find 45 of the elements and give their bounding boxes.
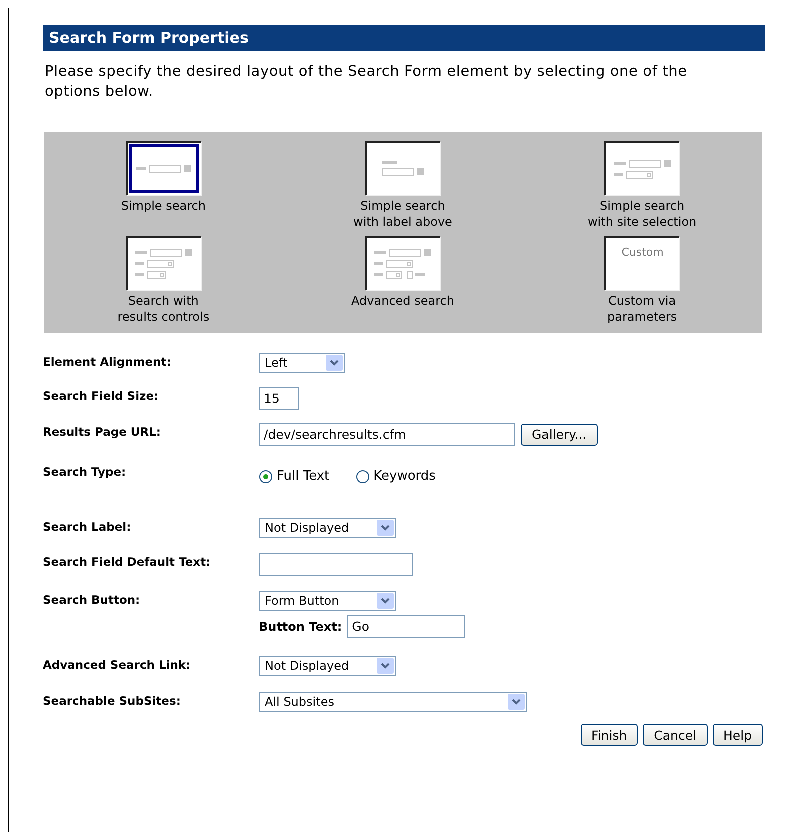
form-layout-icon <box>382 161 425 177</box>
layout-option[interactable]: Custom <box>604 236 680 291</box>
text-field[interactable]: /dev/searchresults.cfm <box>259 423 515 446</box>
dialog-button[interactable]: Finish <box>580 724 638 746</box>
dropdown[interactable]: All Subsites <box>259 692 527 712</box>
layout-caption: Custom via parameters <box>608 293 678 325</box>
field-label: Element Alignment: <box>43 354 172 369</box>
layout-option[interactable] <box>364 141 441 196</box>
field-label: Search Label: <box>43 519 132 534</box>
field-label: Results Page URL: <box>43 424 162 439</box>
field-label: Search Field Default Text: <box>43 554 212 569</box>
field-label: Button Text: <box>259 620 342 634</box>
dialog-button[interactable]: Help <box>712 724 763 746</box>
layout-option[interactable] <box>364 236 441 291</box>
thumbnail-label: Custom <box>622 246 664 259</box>
dropdown[interactable]: Not Displayed <box>259 656 396 676</box>
dialog-title: Search Form Properties <box>43 25 765 51</box>
form-layout-icon <box>135 249 194 279</box>
field-label: Search Button: <box>43 592 142 607</box>
gallery-button[interactable]: Gallery... <box>521 424 598 446</box>
instructions-text: Please specify the desired layout of the Search Form element by selecting one of the options below. <box>45 63 688 102</box>
field-label: Search Type: <box>43 464 128 479</box>
radio-option[interactable]: Full Text <box>259 469 330 484</box>
layout-caption: Search with results controls <box>118 293 210 325</box>
form-layout-icon <box>614 160 672 178</box>
layout-caption: Advanced search <box>352 293 454 309</box>
field-label: Search Field Size: <box>43 388 160 403</box>
layout-caption: Simple search with site selection <box>588 198 697 230</box>
text-field[interactable]: 15 <box>259 387 299 410</box>
dropdown[interactable]: Not Displayed <box>259 518 396 538</box>
form-layout-icon <box>374 249 432 279</box>
text-field[interactable] <box>259 553 413 576</box>
dropdown[interactable]: Form Button <box>259 591 396 611</box>
layout-option[interactable] <box>604 141 680 196</box>
text-field[interactable]: Go <box>347 615 466 638</box>
layout-caption: Simple search <box>121 198 206 214</box>
dialog-button[interactable]: Cancel <box>643 724 708 746</box>
form-layout-icon <box>136 165 192 173</box>
dropdown[interactable]: Left <box>259 353 345 373</box>
layout-option[interactable] <box>126 141 202 196</box>
layout-option[interactable] <box>126 236 202 291</box>
field-label: Advanced Search Link: <box>43 657 192 672</box>
layout-caption: Simple search with label above <box>354 198 452 230</box>
radio-option[interactable]: Keywords <box>356 469 436 484</box>
field-label: Searchable SubSites: <box>43 693 182 708</box>
